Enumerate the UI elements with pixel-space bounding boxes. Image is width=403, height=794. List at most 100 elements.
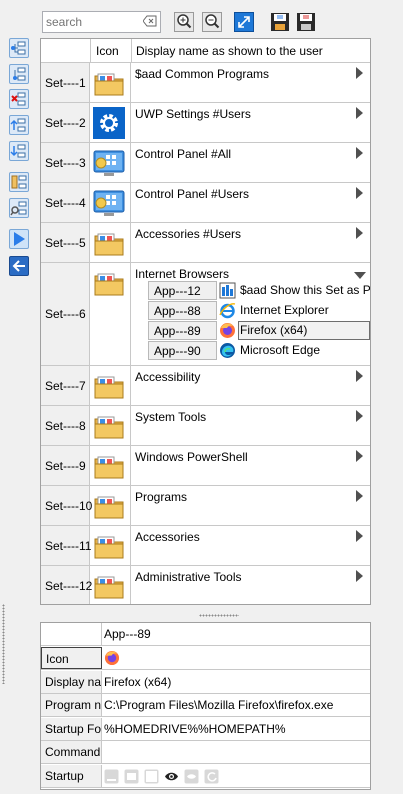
set-icon-cell[interactable] [90,526,131,565]
collapse-arrow-icon[interactable] [354,272,366,279]
expand-arrow-icon[interactable] [356,67,363,79]
set-icon-cell[interactable] [90,63,131,102]
set-display-name[interactable]: System Tools [135,410,206,424]
set-id-cell[interactable]: Set----10 [41,486,92,525]
app-row[interactable]: App---12 $aad Show this Set as Pa [148,281,370,300]
fit-window-button[interactable] [234,12,254,32]
app-id-cell[interactable]: App---90 [148,341,217,360]
expand-arrow-icon[interactable] [356,530,363,542]
set-row[interactable]: Set----2 UWP Settings #Users [41,103,370,143]
app-id-cell[interactable]: App---12 [148,281,217,300]
app-id-cell[interactable]: App---89 [148,321,217,340]
expand-arrow-icon[interactable] [356,370,363,382]
clear-search-icon[interactable] [143,15,157,27]
icon-column-header[interactable]: Icon [90,39,131,63]
save-tree-button[interactable] [270,12,290,32]
set-display-name[interactable]: Control Panel #All [135,147,231,161]
set-id-cell[interactable]: Set----5 [41,223,90,262]
name-column-header[interactable]: Display name as shown to the user [131,39,370,63]
property-row[interactable]: Icon [41,647,370,670]
set-icon-cell[interactable] [90,366,131,405]
set-id-cell[interactable]: Set----7 [41,366,90,405]
property-value[interactable]: C:\Program Files\Mozilla Firefox\firefox… [104,698,333,712]
set-display-name[interactable]: Accessories #Users [135,227,241,241]
set-icon-cell[interactable] [90,183,131,222]
run-button[interactable] [9,229,29,249]
startup-minimized-icon[interactable] [104,769,119,784]
app-row[interactable]: App---88 Internet Explorer [148,301,370,320]
startup-maximized-icon[interactable] [144,769,159,784]
set-id-cell[interactable]: Set----12 [41,566,92,604]
app-display-name[interactable]: Internet Explorer [240,303,329,317]
startup-visible-icon[interactable] [164,769,179,784]
set-id-cell[interactable]: Set----11 [41,526,91,565]
copy-set-button[interactable] [9,172,29,192]
set-row[interactable]: Set----4 Control Panel #Users [41,183,370,223]
set-id-cell[interactable]: Set----9 [41,446,90,485]
set-icon-cell[interactable] [90,486,131,525]
set-display-name[interactable]: Accessibility [135,370,200,384]
set-row[interactable]: Set----6 Internet Browsers App---12 $aad Sh… [41,263,370,366]
set-row[interactable]: Set----8 System Tools [41,406,370,446]
set-icon-cell[interactable] [90,406,131,445]
set-id-cell[interactable]: Set----8 [41,406,90,445]
property-row[interactable]: Program na C:\Program Files\Mozilla Firef… [41,694,370,717]
property-row[interactable]: Display nar Firefox (x64) [41,670,370,694]
set-row[interactable]: Set----12 Administrative Tools [41,566,370,604]
property-value[interactable]: %HOMEDRIVE%%HOMEPATH% [104,722,286,736]
app-id-cell[interactable]: App---88 [148,301,217,320]
expand-arrow-icon[interactable] [356,570,363,582]
set-display-name[interactable]: $aad Common Programs [135,67,269,81]
set-display-name[interactable]: Administrative Tools [135,570,242,584]
startup-hidden-icon[interactable] [184,769,199,784]
property-row[interactable]: Commandlir [41,741,370,764]
zoom-in-button[interactable] [174,12,194,32]
save-disk-button[interactable] [296,12,316,32]
back-button[interactable] [9,256,29,276]
set-row[interactable]: Set----3 Control Panel #All [41,143,370,183]
set-icon-cell[interactable] [90,446,131,485]
expand-arrow-icon[interactable] [356,187,363,199]
expand-arrow-icon[interactable] [356,410,363,422]
set-display-name[interactable]: Windows PowerShell [135,450,248,464]
left-resize-grip[interactable] [2,604,5,684]
splitter-grip[interactable] [199,614,239,617]
app-display-name[interactable]: Microsoft Edge [240,343,320,357]
expand-arrow-icon[interactable] [356,107,363,119]
property-row[interactable]: Startup [41,764,370,788]
expand-arrow-icon[interactable] [356,147,363,159]
set-row[interactable]: Set----5 Accessories #Users [41,223,370,263]
app-display-name[interactable]: Firefox (x64) [240,323,307,337]
insert-set-button[interactable] [9,64,29,84]
search-input[interactable] [43,12,141,32]
app-row[interactable]: App---90 Microsoft Edge [148,341,370,360]
set-row[interactable]: Set----9 Windows PowerShell [41,446,370,486]
set-id-cell[interactable]: Set----2 [41,103,90,142]
move-down-button[interactable] [9,141,29,161]
startup-refresh-icon[interactable] [204,769,219,784]
property-row[interactable]: Startup Fol %HOMEDRIVE%%HOMEPATH% [41,717,370,741]
app-display-name[interactable]: $aad Show this Set as Pa [240,283,370,297]
property-value[interactable]: Firefox (x64) [104,675,171,689]
set-icon-cell[interactable] [90,566,131,604]
set-icon-cell[interactable] [90,143,131,182]
move-up-button[interactable] [9,115,29,135]
set-id-cell[interactable]: Set----1 [41,63,90,102]
set-display-name[interactable]: Control Panel #Users [135,187,249,201]
startup-normal-icon[interactable] [124,769,139,784]
set-id-cell[interactable]: Set----6 [41,263,90,365]
expand-arrow-icon[interactable] [356,490,363,502]
expand-arrow-icon[interactable] [356,450,363,462]
set-icon-cell[interactable] [90,223,131,262]
set-row[interactable]: Set----10 Programs [41,486,370,526]
set-row[interactable]: Set----1 $aad Common Programs [41,63,370,103]
find-set-button[interactable] [9,198,29,218]
add-set-button[interactable] [9,38,29,58]
delete-set-button[interactable] [9,89,29,109]
set-row[interactable]: Set----7 Accessibility [41,366,370,406]
set-icon-cell[interactable] [90,263,131,365]
set-icon-cell[interactable] [90,103,131,142]
set-display-name[interactable]: Programs [135,490,187,504]
set-id-cell[interactable]: Set----4 [41,183,90,222]
set-display-name[interactable]: Internet Browsers [135,267,229,281]
